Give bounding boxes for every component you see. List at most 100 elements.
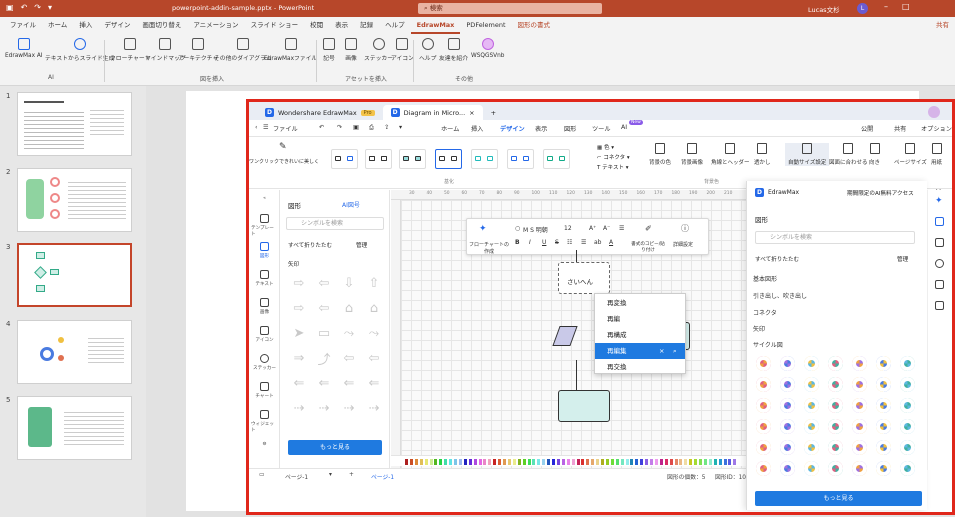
candidate-item[interactable]: 再変換 [595, 295, 685, 311]
color-swatch[interactable] [414, 459, 418, 465]
font-size-select[interactable]: 12 [564, 225, 572, 232]
more-icon[interactable]: ▾ [399, 124, 402, 131]
cycle-shape-icon[interactable] [804, 398, 819, 413]
color-swatch[interactable] [625, 459, 629, 465]
color-swatch[interactable] [684, 459, 688, 465]
detail-settings-label[interactable]: 詳細設定 [673, 241, 693, 248]
customize-icon[interactable]: ▾ [48, 3, 52, 12]
color-swatch[interactable] [654, 459, 658, 465]
tab-animations[interactable]: アニメーション [187, 17, 244, 34]
cycle-shape-icon[interactable] [780, 398, 795, 413]
tab-design[interactable]: デザイン [98, 17, 136, 34]
tab-pdfelement[interactable]: PDFelement [460, 17, 511, 34]
menu-design[interactable]: デザイン [500, 124, 525, 133]
cycle-shape-icon[interactable] [876, 356, 891, 371]
shape-search-input[interactable]: シンボルを検索 [286, 217, 384, 230]
cycle-shape-icon[interactable] [876, 440, 891, 455]
close-icon[interactable]: × [659, 343, 664, 359]
menu-ai[interactable]: AI [621, 124, 627, 131]
color-swatch[interactable] [640, 459, 644, 465]
color-swatch[interactable] [605, 459, 609, 465]
color-swatch[interactable] [601, 459, 604, 465]
menu-tools[interactable]: ツール [592, 124, 611, 133]
manage-button[interactable]: 管理 [356, 241, 367, 249]
cycle-shape-icon[interactable] [804, 356, 819, 371]
wsqgsvnb-button[interactable]: WSQGSVnb [471, 38, 504, 59]
redo-icon[interactable]: ↷ [337, 124, 342, 131]
arrow-shape-icon[interactable]: ⇒ [288, 349, 310, 367]
color-swatch[interactable] [630, 459, 634, 465]
arrow-shape-icon[interactable]: ⇦ [363, 349, 385, 367]
color-swatch[interactable] [576, 459, 580, 465]
arrow-shape-icon[interactable]: ⇧ [363, 274, 385, 292]
page-tab[interactable]: ページ-1 [371, 472, 394, 481]
auto-size-button[interactable]: 自動サイズ設定 [785, 143, 830, 166]
style-option-5[interactable] [471, 149, 498, 169]
color-swatch[interactable] [610, 459, 614, 465]
color-swatch[interactable] [552, 459, 555, 465]
slide-thumbnail-5[interactable] [17, 396, 132, 460]
cycle-shape-icon[interactable] [900, 356, 915, 371]
save-icon[interactable]: ▣ [353, 124, 359, 131]
text-case-icon[interactable]: ab [594, 239, 602, 246]
one-click-beautify-button[interactable]: ✎ ワンクリックできれいに美しく [249, 143, 319, 166]
cycle-shape-icon[interactable] [756, 461, 771, 476]
color-swatch[interactable] [409, 459, 413, 465]
edrawmax-ai-button[interactable]: EdrawMax AI [5, 38, 43, 59]
arrow-shape-icon[interactable]: ⤴ [313, 349, 335, 368]
arrow-shape-icon[interactable]: ⇢ [288, 399, 310, 417]
category-callouts[interactable]: 引き出し、吹き出し [753, 291, 807, 300]
strikethrough-icon[interactable]: S [555, 239, 559, 246]
print-icon[interactable]: ⎙ [369, 124, 374, 132]
cycle-shape-icon[interactable] [828, 398, 843, 413]
arrow-shape-icon[interactable]: ⌂ [363, 299, 385, 317]
arrow-shape-icon[interactable]: ⤳ [338, 324, 360, 342]
watermark-button[interactable]: 透かし [754, 143, 771, 166]
share-button[interactable]: 共有 [894, 124, 906, 133]
cycle-shape-icon[interactable] [852, 419, 867, 434]
page-select[interactable]: ページ-1 [285, 472, 308, 481]
arrow-shape-icon[interactable]: ⇐ [313, 374, 335, 392]
image-icon[interactable] [935, 280, 944, 289]
color-swatch[interactable] [434, 459, 438, 465]
cycle-shape-icon[interactable] [756, 356, 771, 371]
architecture-button[interactable]: アーキテクチャ [178, 38, 218, 62]
info-icon[interactable]: ⓘ [681, 223, 689, 234]
slide-thumbnail-2[interactable] [17, 168, 132, 232]
collapse-icon[interactable]: « [251, 196, 278, 201]
color-swatch[interactable] [664, 459, 668, 465]
back-icon[interactable]: ‹ [255, 124, 257, 131]
undo-icon[interactable]: ↶ [21, 3, 28, 12]
cycle-shape-icon[interactable] [756, 398, 771, 413]
cycle-shape-icon[interactable] [780, 419, 795, 434]
avatar[interactable]: L [857, 3, 868, 14]
color-swatch[interactable] [566, 459, 570, 465]
redo-icon[interactable]: ↷ [34, 3, 41, 12]
cycle-shape-icon[interactable] [876, 398, 891, 413]
ai-symbol-button[interactable]: AI図号 [342, 200, 360, 209]
arrow-shape-icon[interactable]: ⇢ [338, 399, 360, 417]
symbol-search-input[interactable]: シンボルを検索 [755, 231, 915, 244]
style-option-1[interactable] [331, 149, 358, 169]
cycle-shape-icon[interactable] [828, 440, 843, 455]
cycle-shape-icon[interactable] [780, 377, 795, 392]
color-swatch[interactable] [547, 459, 551, 465]
tab-home[interactable]: ホーム [42, 17, 73, 34]
color-swatch[interactable] [586, 459, 590, 465]
maximize-icon[interactable]: □ [902, 2, 910, 11]
color-swatch[interactable] [645, 459, 649, 465]
share-button[interactable]: 共有 [930, 17, 955, 34]
header-footer-button[interactable]: 角線とヘッダー [711, 143, 750, 166]
cycle-shape-icon[interactable] [756, 440, 771, 455]
menu-home[interactable]: ホーム [441, 124, 459, 133]
cycle-shape-icon[interactable] [804, 440, 819, 455]
save-icon[interactable]: ▣ [6, 3, 14, 12]
color-swatch[interactable] [635, 459, 639, 465]
tool-templates[interactable]: テンプレート [251, 214, 278, 237]
category-basic-shapes[interactable]: 基本図形 [753, 274, 777, 283]
refer-friend-button[interactable]: 友達を紹介 [439, 38, 468, 62]
style-option-6[interactable] [507, 149, 534, 169]
chevron-down-icon[interactable]: ▾ [329, 472, 332, 478]
sparkle-icon[interactable]: ✦ [479, 224, 487, 234]
cycle-shape-icon[interactable] [780, 461, 795, 476]
